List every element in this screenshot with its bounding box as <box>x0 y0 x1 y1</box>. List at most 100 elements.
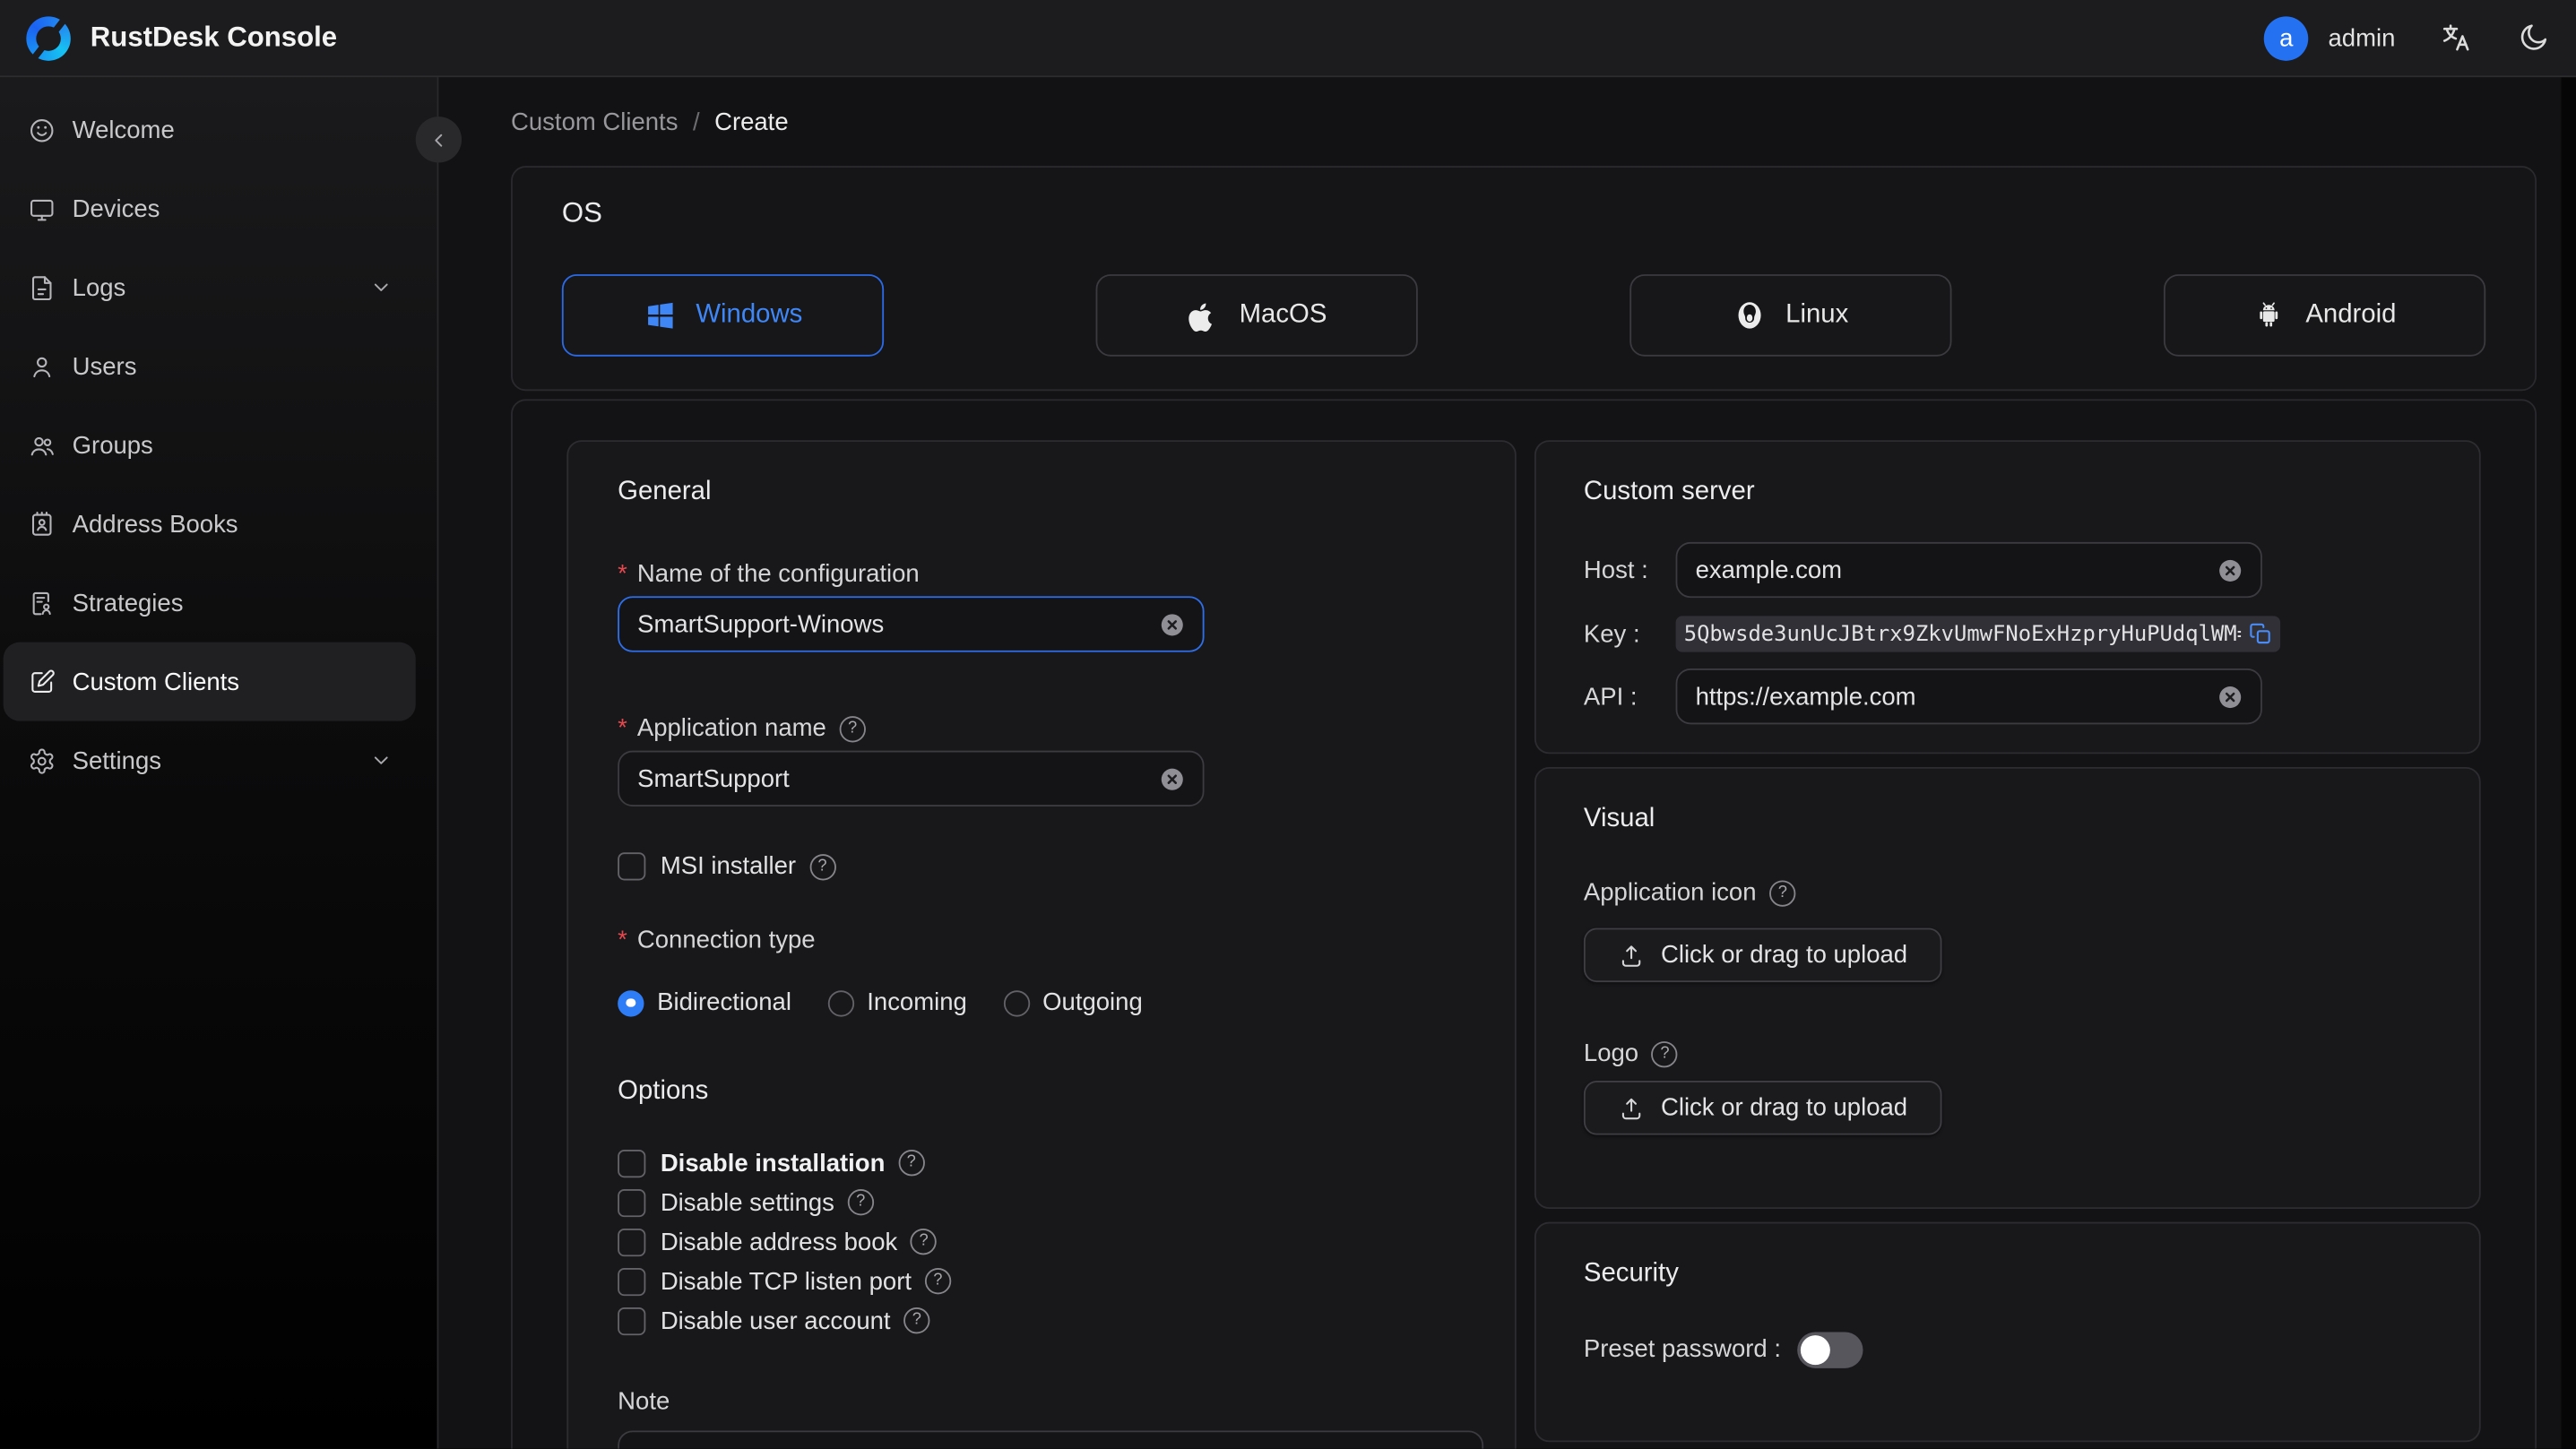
chevron-down-icon[interactable] <box>369 749 393 772</box>
msi-installer-checkbox[interactable] <box>618 852 646 881</box>
option-help-icon[interactable]: ? <box>903 1307 930 1334</box>
key-label: Key : <box>1583 619 1640 649</box>
avatar[interactable]: a <box>2264 15 2309 60</box>
note-label: Note <box>618 1387 670 1416</box>
sidebar-item-devices[interactable]: Devices <box>4 169 416 248</box>
preset-password-toggle[interactable] <box>1797 1331 1863 1368</box>
windows-icon <box>644 299 677 332</box>
api-clear-button[interactable] <box>2217 684 2242 708</box>
linux-icon <box>1733 299 1766 332</box>
option-help-icon[interactable]: ? <box>898 1150 925 1177</box>
option-checkbox-disable-tcp-listen-port[interactable] <box>618 1267 646 1296</box>
scrollbar-gutter[interactable] <box>2561 77 2576 1449</box>
host-input[interactable]: example.com <box>1675 541 2262 599</box>
options-title: Options <box>618 1077 709 1106</box>
os-card-title: OS <box>561 196 602 229</box>
custom-server-section: Custom server Host : example.com Key : 5… <box>1534 440 2481 755</box>
user-menu[interactable]: a admin <box>2264 15 2396 60</box>
application-icon-help-icon[interactable]: ? <box>1769 879 1796 906</box>
sidebar: Welcome Devices Logs Users Groups Addres… <box>0 77 439 1449</box>
os-button-macos[interactable]: MacOS <box>1095 274 1418 357</box>
sidebar-item-groups[interactable]: Groups <box>4 406 416 485</box>
sidebar-item-welcome[interactable]: Welcome <box>4 91 416 169</box>
connection-type-label: * Connection type <box>618 926 816 954</box>
security-title: Security <box>1583 1259 1679 1288</box>
file-person-icon <box>28 589 56 617</box>
app-name-help-icon[interactable]: ? <box>839 715 866 742</box>
sidebar-item-strategies[interactable]: Strategies <box>4 564 416 643</box>
msi-installer-help-icon[interactable]: ? <box>808 853 836 880</box>
application-icon-label: Application icon ? <box>1584 879 2432 907</box>
option-help-icon[interactable]: ? <box>910 1229 938 1255</box>
host-row: Host : example.com <box>1584 541 2432 599</box>
key-copy-button[interactable] <box>2249 623 2272 646</box>
right-column: Custom server Host : example.com Key : 5… <box>1534 440 2481 1443</box>
app-name-clear-button[interactable] <box>1160 766 1184 790</box>
monitor-icon <box>28 194 56 222</box>
connection-radio-incoming[interactable]: Incoming <box>827 988 967 1017</box>
rustdesk-console-app: RustDesk Console a admin Welcome Devices… <box>0 0 2576 1449</box>
sidebar-item-custom-clients[interactable]: Custom Clients <box>3 642 416 721</box>
sidebar-nav: Welcome Devices Logs Users Groups Addres… <box>0 91 437 800</box>
config-name-clear-button[interactable] <box>1160 612 1184 636</box>
upload-icon <box>1618 942 1644 968</box>
sidebar-item-address-books[interactable]: Address Books <box>4 485 416 564</box>
sidebar-item-users[interactable]: Users <box>4 327 416 406</box>
breadcrumb-separator: / <box>692 108 700 137</box>
api-row: API : https://example.com <box>1583 668 2432 725</box>
note-textarea[interactable] <box>618 1430 1484 1449</box>
option-row-disable-user-account: Disable user account ? <box>618 1306 1465 1335</box>
os-button-windows[interactable]: Windows <box>561 274 885 357</box>
breadcrumb: Custom Clients / Create <box>511 108 2537 136</box>
msi-installer-row: MSI installer ? <box>618 852 1465 881</box>
app-name-input[interactable]: SmartSupport <box>618 750 1205 806</box>
general-section: General * Name of the configuration Smar… <box>566 440 1517 1449</box>
sidebar-item-settings[interactable]: Settings <box>4 721 416 800</box>
config-name-label: * Name of the configuration <box>618 560 920 589</box>
sidebar-item-logs[interactable]: Logs <box>4 248 416 327</box>
option-checkbox-disable-settings[interactable] <box>618 1188 646 1217</box>
application-icon-upload-button[interactable]: Click or drag to upload <box>1583 927 1942 983</box>
sidebar-collapse-button[interactable] <box>415 116 462 163</box>
host-clear-button[interactable] <box>2217 557 2242 582</box>
options-list: Disable installation ? Disable settings … <box>618 1148 1465 1335</box>
option-checkbox-disable-user-account[interactable] <box>618 1307 646 1335</box>
option-help-icon[interactable]: ? <box>924 1268 951 1295</box>
option-row-disable-settings: Disable settings ? <box>618 1187 1465 1217</box>
logo-help-icon[interactable]: ? <box>1651 1040 1679 1067</box>
toggle-knob <box>1800 1334 1830 1365</box>
language-button[interactable] <box>2440 22 2473 55</box>
connection-radio-outgoing[interactable]: Outgoing <box>1003 988 1143 1017</box>
security-section: Security Preset password : <box>1534 1220 2481 1443</box>
os-options: Windows MacOS Linux Android <box>561 274 2486 357</box>
top-bar: RustDesk Console a admin <box>0 0 2576 78</box>
client-config-card: General * Name of the configuration Smar… <box>511 399 2537 1449</box>
theme-toggle-button[interactable] <box>2517 22 2550 55</box>
rustdesk-logo-icon <box>26 15 71 60</box>
upload-icon <box>1618 1095 1644 1121</box>
os-button-android[interactable]: Android <box>2163 274 2486 357</box>
smile-icon <box>28 116 56 143</box>
preset-password-row: Preset password : <box>1583 1331 2432 1368</box>
os-card: OS Windows MacOS Linux Android <box>511 166 2537 392</box>
username: admin <box>2328 23 2396 52</box>
config-name-input[interactable]: SmartSupport-Winows <box>618 596 1205 652</box>
breadcrumb-parent-link[interactable]: Custom Clients <box>511 108 678 136</box>
address-book-icon <box>28 510 56 538</box>
logo-upload-button[interactable]: Click or drag to upload <box>1583 1081 1942 1135</box>
os-button-linux[interactable]: Linux <box>1629 274 1952 357</box>
option-checkbox-disable-installation[interactable] <box>618 1149 646 1177</box>
option-row-disable-address-book: Disable address book ? <box>618 1227 1465 1256</box>
chevron-down-icon[interactable] <box>369 276 393 299</box>
api-label: API : <box>1583 682 1638 711</box>
file-text-icon <box>28 273 56 301</box>
connection-radio-bidirectional[interactable]: Bidirectional <box>618 988 791 1017</box>
users-icon <box>28 431 56 459</box>
preset-password-label: Preset password : <box>1583 1335 1781 1364</box>
option-help-icon[interactable]: ? <box>847 1189 874 1216</box>
option-row-disable-tcp-listen-port: Disable TCP listen port ? <box>618 1266 1465 1296</box>
api-input[interactable]: https://example.com <box>1675 668 2262 725</box>
key-value: 5Qbwsde3unUcJBtrx9ZkvUmwFNoExHzpryHuPUdq… <box>1683 621 2242 647</box>
android-icon <box>2253 299 2286 332</box>
option-checkbox-disable-address-book[interactable] <box>618 1228 646 1256</box>
